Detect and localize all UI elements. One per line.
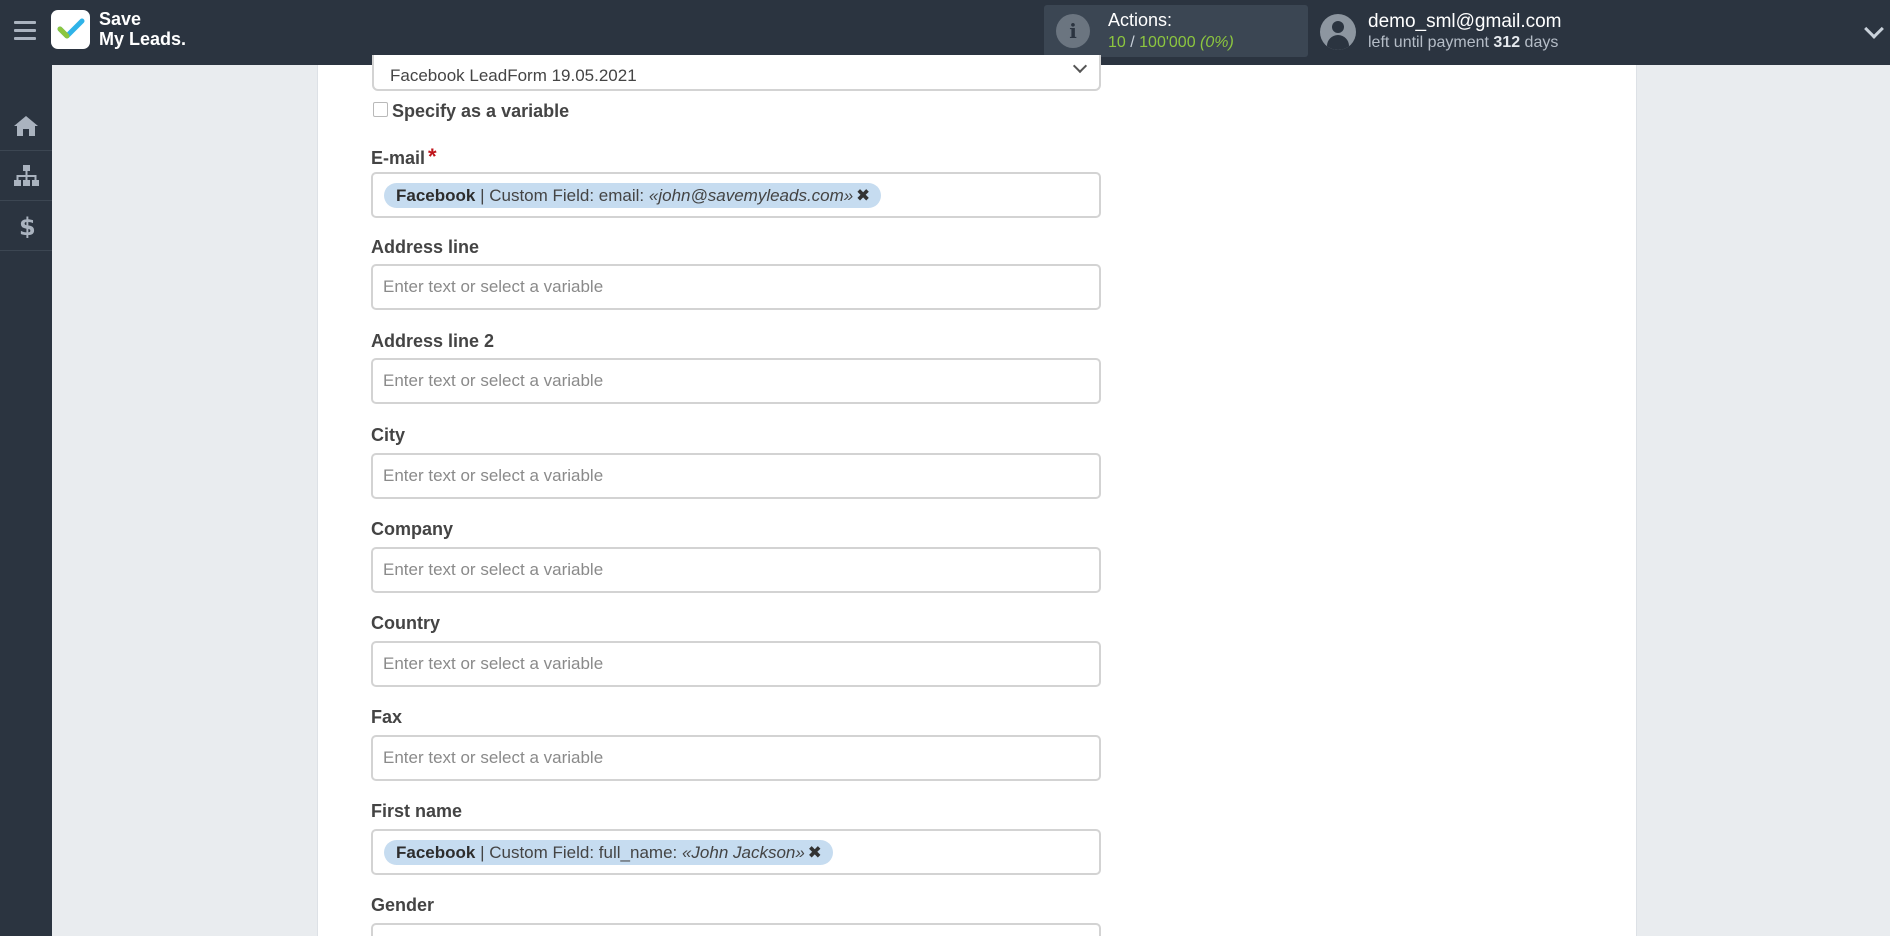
fax-label: Fax	[371, 707, 403, 727]
menu-toggle-icon[interactable]	[14, 21, 36, 41]
actions-separator: /	[1125, 34, 1140, 51]
tag-field: | Custom Field: email:	[475, 186, 649, 205]
tag-source: Facebook	[396, 186, 476, 205]
fax-field[interactable]	[371, 735, 1101, 781]
gender-input[interactable]	[373, 925, 1099, 936]
svg-text:$: $	[19, 214, 36, 238]
payment-suffix: days	[1520, 34, 1559, 51]
sidebar-item-billing[interactable]: $	[0, 201, 52, 251]
tag-value: «john@savemyleads.com»	[648, 186, 854, 205]
home-icon	[14, 116, 38, 136]
user-avatar-icon[interactable]	[1320, 14, 1356, 50]
gender-field[interactable]	[371, 923, 1101, 936]
address-line-field[interactable]	[371, 264, 1101, 310]
payment-days: 312	[1493, 34, 1521, 51]
form-select[interactable]: Facebook LeadForm 19.05.2021	[372, 55, 1101, 91]
payment-status: left until payment 312 days	[1368, 34, 1558, 52]
logo-line-2: My Leads.	[99, 29, 187, 49]
first-name-field[interactable]: Facebook | Custom Field: full_name: «Joh…	[371, 829, 1101, 875]
logo-line-1: Save	[99, 9, 142, 29]
actions-used: 10	[1108, 34, 1126, 51]
first-name-label: First name	[371, 801, 463, 821]
company-label: Company	[371, 519, 454, 539]
dollar-icon: $	[19, 214, 36, 238]
required-marker: *	[428, 144, 437, 169]
country-field[interactable]	[371, 641, 1101, 687]
tag-source: Facebook	[396, 843, 476, 862]
city-field[interactable]	[371, 453, 1101, 499]
logo-icon[interactable]	[51, 10, 90, 49]
address-line-2-field[interactable]	[371, 358, 1101, 404]
email-label-text: E-mail	[371, 148, 426, 168]
fax-input[interactable]	[373, 737, 1099, 779]
city-label: City	[371, 425, 406, 445]
form-select-value: Facebook LeadForm 19.05.2021	[390, 66, 637, 85]
actions-value: 10 / 100'000 (0%)	[1108, 34, 1234, 52]
gender-label: Gender	[371, 895, 435, 915]
tag-field: | Custom Field: full_name:	[475, 843, 682, 862]
specify-variable-checkbox[interactable]	[373, 102, 388, 117]
actions-percent: (0%)	[1200, 34, 1234, 51]
variable-tag[interactable]: Facebook | Custom Field: full_name: «Joh…	[384, 840, 833, 865]
address-line-input[interactable]	[373, 266, 1099, 308]
address-line-2-label: Address line 2	[371, 331, 495, 351]
variable-tag[interactable]: Facebook | Custom Field: email: «john@sa…	[384, 183, 882, 208]
actions-counter: i Actions: 10 / 100'000 (0%)	[1044, 5, 1308, 57]
actions-total: 100'000	[1139, 34, 1196, 51]
company-input[interactable]	[373, 549, 1099, 591]
address-line-label: Address line	[371, 237, 480, 257]
remove-tag-icon[interactable]: ✖	[856, 183, 870, 208]
chevron-down-icon[interactable]	[1864, 19, 1884, 39]
country-label: Country	[371, 613, 440, 633]
company-field[interactable]	[371, 547, 1101, 593]
remove-tag-icon[interactable]: ✖	[808, 840, 822, 865]
sitemap-icon	[14, 165, 39, 186]
payment-prefix: left until payment	[1368, 34, 1494, 51]
specify-variable-label: Specify as a variable	[392, 101, 570, 121]
email-label: E-mail *	[371, 144, 437, 170]
chevron-down-icon	[1072, 58, 1088, 74]
tag-value: «John Jackson»	[681, 843, 805, 862]
user-email[interactable]: demo_sml@gmail.com	[1368, 11, 1562, 33]
email-field[interactable]: Facebook | Custom Field: email: «john@sa…	[371, 172, 1101, 218]
actions-label: Actions:	[1108, 10, 1173, 30]
info-icon[interactable]: i	[1056, 14, 1090, 48]
logo-text[interactable]: Save My Leads.	[99, 9, 186, 49]
sidebar: $	[0, 65, 52, 936]
address-line-2-input[interactable]	[373, 360, 1099, 402]
country-input[interactable]	[373, 643, 1099, 685]
sidebar-item-connections[interactable]	[0, 151, 52, 201]
sidebar-item-home[interactable]	[0, 101, 52, 151]
main-content: Facebook LeadForm 19.05.2021 Specify as …	[317, 55, 1637, 936]
city-input[interactable]	[373, 455, 1099, 497]
